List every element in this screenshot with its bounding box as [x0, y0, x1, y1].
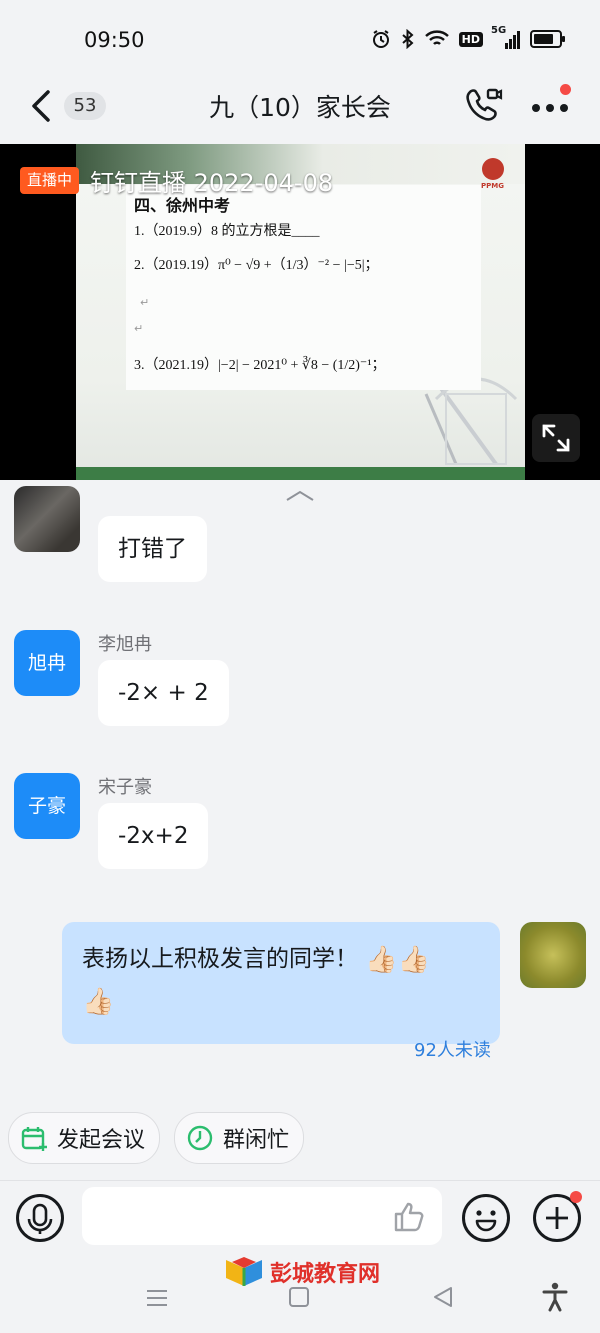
avatar[interactable]: 旭冉 — [14, 630, 80, 696]
plus-icon — [546, 1207, 568, 1229]
hd-badge: HD — [458, 31, 483, 47]
group-busy-label: 群闲忙 — [223, 1128, 290, 1153]
self-message-bubble[interactable]: 表扬以上积极发言的同学！ 👍🏻👍🏻 👍🏻 — [62, 922, 500, 1044]
triangle-back-icon — [434, 1287, 452, 1307]
menu-nav-button[interactable] — [146, 1288, 168, 1312]
home-square-icon — [289, 1287, 309, 1307]
group-busy-button[interactable]: 群闲忙 — [174, 1112, 305, 1164]
bluetooth-icon — [401, 29, 414, 49]
clock-icon — [187, 1125, 213, 1151]
status-time: 09:50 — [84, 28, 145, 52]
watermark: 彭城教育网 — [224, 1256, 380, 1288]
message-bubble[interactable]: -2x+2 — [98, 803, 209, 869]
live-title: 钉钉直播 2022-04-08 — [90, 169, 334, 197]
slide-return-mark: ↵ — [134, 322, 144, 335]
notification-dot — [560, 84, 571, 95]
self-avatar[interactable] — [520, 922, 586, 988]
microphone-icon — [27, 1203, 53, 1234]
slide-footer-band — [76, 467, 525, 480]
wifi-icon — [424, 30, 449, 45]
status-icons: HD 5G — [371, 25, 565, 49]
watermark-text: 彭城教育网 — [270, 1261, 381, 1287]
message-bubble[interactable]: -2× + 2 — [98, 660, 229, 726]
voice-input-button[interactable] — [16, 1194, 64, 1242]
start-meeting-button[interactable]: 发起会议 — [8, 1112, 161, 1164]
slide-question-3: 3.（2021.19）|−2| − 2021⁰ + ∛8 − (1/2)⁻¹； — [134, 358, 386, 373]
like-button[interactable] — [388, 1196, 428, 1240]
alarm-icon — [372, 30, 389, 48]
back-nav-button[interactable] — [432, 1285, 454, 1313]
chevron-up-icon — [286, 490, 314, 501]
publisher-logo — [482, 158, 504, 180]
notification-dot — [570, 1191, 582, 1203]
collapse-video-handle[interactable] — [284, 485, 316, 505]
chevron-left-icon — [32, 90, 50, 122]
sender-name: 李旭冉 — [98, 634, 152, 655]
slide-question-1: 1.（2019.9）8 的立方根是____ — [134, 224, 320, 239]
thumbs-up-emoji: 👍🏻 — [365, 944, 398, 975]
sender-name: 宋子豪 — [98, 777, 152, 798]
calendar-add-icon — [21, 1127, 47, 1151]
slide-question-2: 2.（2019.19）π⁰ − √9 +（1/3）⁻² − |−5|； — [134, 258, 379, 273]
thumbs-up-emoji: 👍🏻 — [397, 944, 431, 975]
message-bubble[interactable]: 打错了 — [98, 516, 207, 582]
unread-count-badge[interactable]: 53 — [64, 92, 106, 120]
battery-icon — [530, 30, 565, 48]
thumbs-up-emoji: 👍🏻 — [82, 987, 115, 1017]
back-button[interactable] — [24, 86, 64, 126]
live-status-badge: 直播中 — [20, 167, 80, 194]
menu-icon — [147, 1290, 167, 1306]
accessibility-icon — [542, 1282, 568, 1312]
start-meeting-label: 发起会议 — [57, 1128, 146, 1153]
signal-indicator: 5G — [491, 25, 520, 49]
book-logo-icon — [226, 1257, 262, 1286]
smile-icon — [475, 1210, 497, 1232]
self-message-text: 表扬以上积极发言的同学！ — [82, 946, 358, 972]
accessibility-button[interactable] — [542, 1282, 568, 1316]
thumbs-up-icon — [394, 1202, 424, 1232]
fullscreen-button[interactable] — [532, 414, 580, 462]
group-call-button[interactable] — [462, 84, 504, 126]
home-nav-button[interactable] — [288, 1286, 310, 1312]
read-status[interactable]: 92人未读 — [414, 1036, 491, 1062]
emoji-button[interactable] — [462, 1194, 510, 1242]
slide-return-mark: ↵ — [140, 296, 150, 309]
expand-icon — [542, 424, 570, 452]
avatar[interactable]: 子豪 — [14, 773, 80, 839]
phone-video-icon — [466, 88, 503, 121]
avatar[interactable] — [14, 486, 80, 552]
publisher-logo-text: PPMG — [481, 182, 504, 190]
